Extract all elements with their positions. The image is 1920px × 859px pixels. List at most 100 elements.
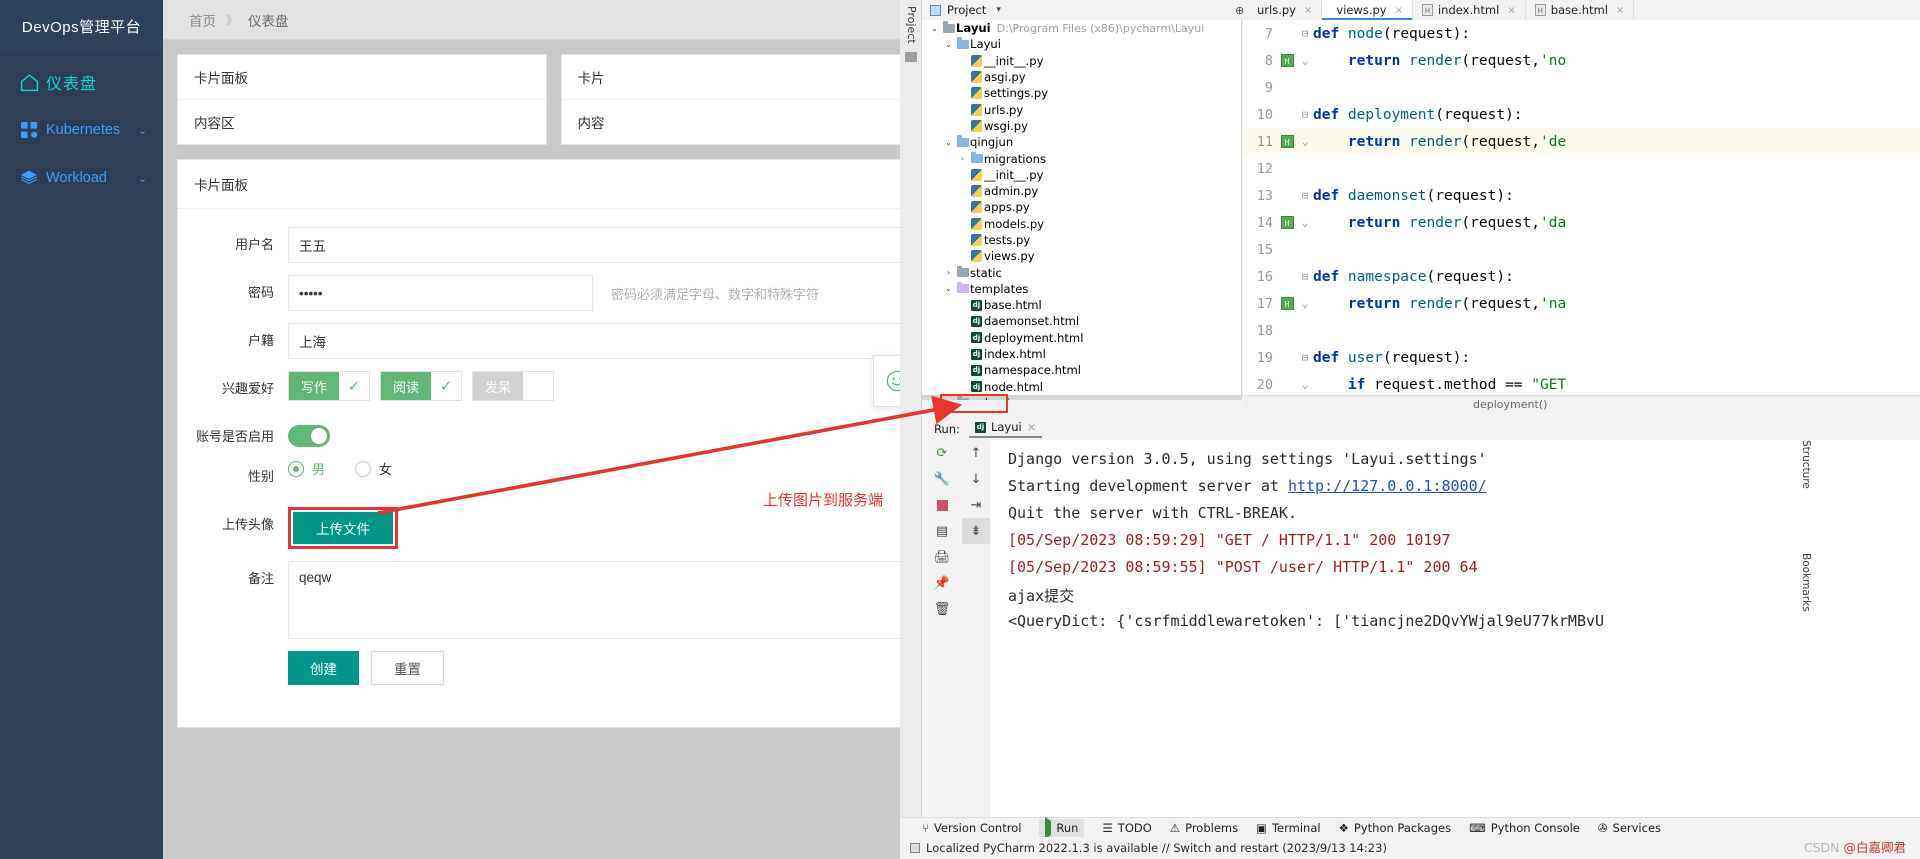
statusbar-item-terminal[interactable]: ▣ Terminal	[1256, 821, 1320, 835]
code-line[interactable]: 12	[1243, 155, 1920, 182]
code-line[interactable]: 16 ⊟ def namespace(request):	[1243, 263, 1920, 290]
breadcrumb-home[interactable]: 首页	[189, 10, 216, 30]
pin-icon[interactable]: 📌	[922, 570, 962, 596]
upload-file-button[interactable]: 上传文件	[293, 512, 393, 544]
code-fold-icon[interactable]: ⌄	[1297, 135, 1313, 148]
close-icon[interactable]: ×	[1304, 5, 1312, 16]
editor-tab[interactable]: views.py ×	[1322, 0, 1413, 20]
code-line[interactable]: 7 ⊟ def node(request):	[1243, 20, 1920, 47]
tree-node[interactable]: dj index.html	[922, 346, 1241, 362]
rail-label-project[interactable]: Project	[905, 0, 918, 44]
stop-icon[interactable]	[922, 492, 962, 518]
close-icon[interactable]: ×	[1027, 420, 1037, 434]
code-line[interactable]: 11 H ⌄ return render(request,'de	[1243, 128, 1920, 155]
tree-node[interactable]: › migrations	[922, 150, 1241, 166]
code-fold-icon[interactable]: ⊟	[1297, 270, 1313, 283]
tree-node[interactable]: dj namespace.html	[922, 362, 1241, 378]
checkbox-hobby-reading[interactable]: 阅读 ✓	[380, 371, 463, 401]
sidebar-item-dashboard[interactable]: 仪表盘	[0, 58, 163, 106]
code-fold-icon[interactable]: ⌄	[1297, 54, 1313, 67]
chevron-down-icon[interactable]: ⌄	[942, 138, 955, 147]
code-editor[interactable]: 7 ⊟ def node(request): 8 H ⌄ return render(re…	[1243, 20, 1920, 395]
html-gutter-icon[interactable]: H	[1277, 297, 1297, 310]
code-line[interactable]: 10 ⊟ def deployment(request):	[1243, 101, 1920, 128]
tree-node[interactable]: ⌄ Layui D:\Program Files (x86)\pycharm\Lay…	[922, 20, 1241, 36]
print-icon[interactable]: 🖨	[922, 544, 962, 570]
project-tree[interactable]: ⌄ Layui D:\Program Files (x86)\pycharm\Lay…	[922, 20, 1242, 400]
editor-tab[interactable]: urls.py ×	[1243, 0, 1323, 20]
code-line[interactable]: 13 ⊟ def daemonset(request):	[1243, 182, 1920, 209]
code-fold-icon[interactable]: ⌄	[1297, 216, 1313, 229]
tree-node[interactable]: __init__.py	[922, 167, 1241, 183]
tree-node[interactable]: admin.py	[922, 183, 1241, 199]
sidebar-item-kubernetes[interactable]: Kubernetes ⌄	[0, 106, 163, 154]
code-line[interactable]: 9	[1243, 74, 1920, 101]
create-button[interactable]: 创建	[288, 651, 359, 685]
code-line[interactable]: 14 H ⌄ return render(request,'da	[1243, 209, 1920, 236]
chevron-right-icon[interactable]: ›	[942, 268, 955, 277]
tree-node[interactable]: settings.py	[922, 85, 1241, 101]
close-icon[interactable]: ×	[1395, 5, 1403, 16]
code-fold-icon[interactable]: ⊟	[1297, 189, 1313, 202]
statusbar-item-python-packages[interactable]: ❖ Python Packages	[1339, 821, 1452, 835]
folder-icon[interactable]	[904, 51, 917, 62]
html-gutter-icon[interactable]: H	[1277, 216, 1297, 229]
password-input[interactable]: •••••	[288, 275, 593, 311]
statusbar-item-services[interactable]: ✇ Services	[1598, 821, 1661, 835]
code-fold-icon[interactable]: ⌄	[1297, 297, 1313, 310]
tree-node[interactable]: › static	[922, 264, 1241, 280]
run-console-output[interactable]: Django version 3.0.5, using settings 'La…	[990, 440, 1920, 819]
chevron-right-icon[interactable]: ›	[956, 154, 969, 163]
run-config-tab[interactable]: dj Layui ×	[968, 420, 1043, 438]
username-input[interactable]: 王五	[288, 227, 930, 263]
code-line[interactable]: 18	[1243, 317, 1920, 344]
tree-node[interactable]: ⌄ qingjun	[922, 134, 1241, 150]
radio-gender-female[interactable]: 女	[355, 459, 392, 478]
tree-node[interactable]: apps.py	[922, 199, 1241, 215]
tree-node[interactable]: tests.py	[922, 232, 1241, 248]
close-icon[interactable]: ×	[1507, 5, 1515, 16]
tree-node[interactable]: __init__.py	[922, 53, 1241, 69]
account-enabled-toggle[interactable]	[288, 425, 330, 447]
statusbar-item-run[interactable]: Run	[1039, 816, 1085, 839]
editor-tab[interactable]: Hindex.html ×	[1413, 0, 1526, 20]
rail-label-structure[interactable]: Structure	[1800, 440, 1812, 489]
html-gutter-icon[interactable]: H	[1277, 135, 1297, 148]
tree-node[interactable]: ⌄ templates	[922, 281, 1241, 297]
code-line[interactable]: 19 ⊟ def user(request):	[1243, 344, 1920, 371]
tree-node[interactable]: asgi.py	[922, 69, 1241, 85]
tree-node[interactable]: wsgi.py	[922, 118, 1241, 134]
reset-button[interactable]: 重置	[371, 651, 444, 685]
code-line[interactable]: 8 H ⌄ return render(request,'no	[1243, 47, 1920, 74]
hometown-input[interactable]: 上海	[288, 323, 930, 359]
tree-node[interactable]: ⌄ Layui	[922, 36, 1241, 52]
code-line[interactable]: 20 ⌄ if request.method == "GET	[1243, 371, 1920, 395]
scroll-end-icon[interactable]: ⇟	[962, 518, 990, 544]
statusbar-item-version-control[interactable]: ⑂ Version Control	[922, 821, 1021, 835]
html-gutter-icon[interactable]: H	[1277, 54, 1297, 67]
statusbar-item-todo[interactable]: ☰ TODO	[1102, 821, 1151, 835]
statusbar-item-python-console[interactable]: ⌨ Python Console	[1469, 821, 1580, 835]
tree-node[interactable]: dj base.html	[922, 297, 1241, 313]
chevron-down-icon[interactable]: ⌄	[942, 40, 955, 49]
editor-tab[interactable]: Hbase.html ×	[1526, 0, 1635, 20]
tree-node[interactable]: urls.py	[922, 101, 1241, 117]
soft-wrap-icon[interactable]: ⇥	[962, 492, 990, 518]
chevron-down-icon[interactable]: ⌄	[138, 124, 147, 137]
remark-textarea[interactable]: qeqw	[288, 561, 930, 639]
chevron-down-icon[interactable]: ▾	[996, 5, 1001, 15]
rerun-icon[interactable]: ⟳	[922, 440, 962, 466]
checkbox-hobby-writing[interactable]: 写作 ✓	[288, 371, 371, 401]
tree-node[interactable]: dj daemonset.html	[922, 313, 1241, 329]
arrow-up-icon[interactable]: ↑	[962, 440, 990, 466]
sidebar-item-workload[interactable]: Workload ⌄	[0, 154, 163, 202]
code-line[interactable]: 17 H ⌄ return render(request,'na	[1243, 290, 1920, 317]
checkbox-hobby-daydream[interactable]: 发呆 ✓	[472, 371, 555, 401]
close-icon[interactable]: ×	[1616, 5, 1624, 16]
chevron-down-icon[interactable]: ⌄	[928, 24, 941, 33]
code-fold-icon[interactable]: ⊟	[1297, 27, 1313, 40]
tree-node[interactable]: dj node.html	[922, 379, 1241, 395]
code-line[interactable]: 15	[1243, 236, 1920, 263]
wrench-icon[interactable]: 🔧	[922, 466, 962, 492]
code-fold-icon[interactable]: ⊟	[1297, 351, 1313, 364]
